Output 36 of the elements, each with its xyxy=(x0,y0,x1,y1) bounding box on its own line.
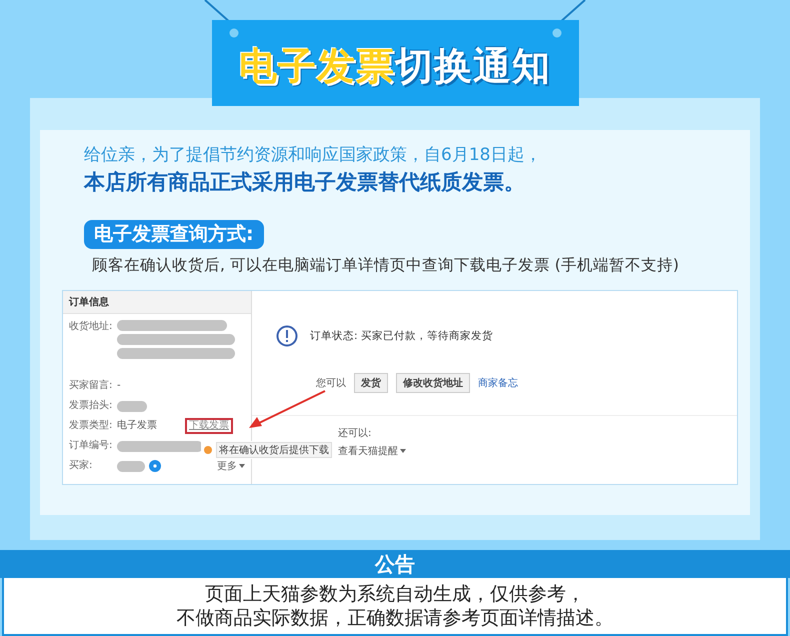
panel-title: 订单信息 xyxy=(63,291,251,314)
field-label: 买家留言: xyxy=(69,379,114,393)
banner-title: 电子发票切换通知 xyxy=(239,42,551,90)
field-label: 发票抬头: xyxy=(69,399,114,413)
alert-icon xyxy=(276,325,298,347)
field-label: 发票类型: xyxy=(69,419,114,433)
notice-text: 页面上天猫参数为系统自动生成，仅供参考， xyxy=(205,582,585,606)
action-button[interactable]: 发货 xyxy=(354,373,388,393)
badge-icon xyxy=(149,460,161,472)
pin-icon xyxy=(552,28,562,38)
caret-icon xyxy=(239,464,245,468)
remind-link[interactable]: 查看天猫提醒 xyxy=(338,444,398,458)
field-label: 买家: xyxy=(69,459,94,473)
intro-headline: 本店所有商品正式采用电子发票替代纸质发票。 xyxy=(84,169,526,196)
section-heading: 电子发票查询方式: xyxy=(84,220,264,249)
status-text: 订单状态: 买家已付款，等待商家发货 xyxy=(310,329,493,343)
intro-text: 给位亲，为了提倡节约资源和响应国家政策，自6月18日起， xyxy=(84,144,542,166)
field-label: 订单编号: xyxy=(69,439,114,453)
download-invoice-link[interactable]: 下载发票 xyxy=(185,418,233,434)
redacted-bar xyxy=(117,460,145,472)
notice-title: 公告 xyxy=(375,550,415,578)
actions-label: 您可以 xyxy=(316,376,346,390)
tooltip-text: 将在确认收货后提供下载 xyxy=(216,442,332,458)
description-text: 顾客在确认收货后, 可以在电脑端订单详情页中查询下载电子发票 (手机端暂不支持) xyxy=(92,255,680,276)
redacted-bar xyxy=(117,400,147,412)
memo-link[interactable]: 商家备忘 xyxy=(478,376,518,390)
more-label: 还可以: xyxy=(338,426,372,440)
action-button[interactable]: 修改收货地址 xyxy=(396,373,470,393)
caret-icon xyxy=(400,449,406,453)
notice-text: 不做商品实际数据，正确数据请参考页面详情描述。 xyxy=(176,606,614,630)
pin-icon xyxy=(228,28,238,38)
field-value: 电子发票 xyxy=(117,419,157,433)
field-label: 收货地址: xyxy=(69,320,114,334)
more-link[interactable]: 更多 xyxy=(217,459,237,473)
message-value: - xyxy=(117,379,121,393)
dot-icon xyxy=(204,446,212,454)
